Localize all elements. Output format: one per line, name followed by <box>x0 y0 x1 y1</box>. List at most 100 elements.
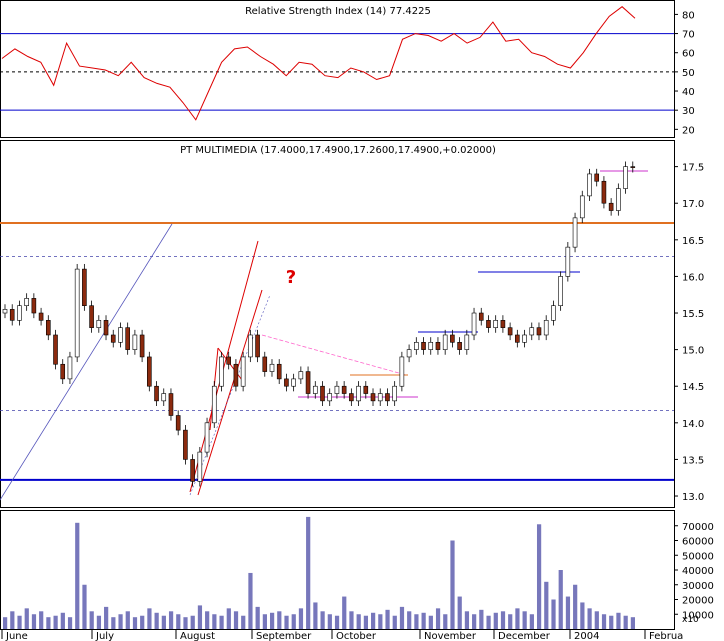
rsi-tick-label: 70 <box>682 30 695 41</box>
candle-body <box>255 334 260 358</box>
volume-bar <box>248 572 253 629</box>
volume-bar <box>551 599 556 629</box>
volume-bar <box>414 614 419 629</box>
volume-bar <box>536 524 542 629</box>
candle-body <box>118 327 123 343</box>
volume-bar <box>500 611 506 629</box>
price-tick-label: 15.0 <box>682 346 704 357</box>
volume-tick-label: 70000 <box>682 522 714 533</box>
volume-bar <box>82 584 87 629</box>
candle-body <box>392 385 397 402</box>
candle-body <box>175 415 181 431</box>
x-tick-label: September <box>256 631 312 641</box>
candle-body <box>428 341 434 350</box>
candle-body <box>219 356 224 387</box>
candle-body <box>284 378 289 387</box>
price-tick-label: 16.5 <box>682 236 704 247</box>
candle-body <box>363 385 369 394</box>
candle-body <box>594 173 600 182</box>
price-title: PT MULTIMEDIA (17.4000,17.4900,17.2600,1… <box>180 145 496 156</box>
candle-body <box>421 341 426 350</box>
x-tick-label: August <box>180 631 215 641</box>
question-mark-annotation: ? <box>286 267 296 288</box>
volume-bar <box>233 611 239 629</box>
volume-bar <box>594 611 599 629</box>
candle-body <box>53 334 58 365</box>
volume-bar <box>111 617 116 629</box>
candle-body <box>536 327 542 336</box>
candle-body <box>147 356 152 387</box>
candle-body <box>334 385 340 394</box>
candle-body <box>435 341 441 350</box>
candle-body <box>341 385 347 394</box>
candle-body <box>616 188 621 211</box>
rsi-title: Relative Strength Index (14) 77.4225 <box>245 6 431 17</box>
volume-bar <box>3 617 8 629</box>
volume-bar <box>479 609 484 629</box>
volume-bar <box>262 614 267 629</box>
rsi-tick-label: 30 <box>682 106 695 117</box>
volume-bar <box>565 596 571 629</box>
volume-bar <box>255 606 260 629</box>
rsi-tick-label: 50 <box>682 68 695 79</box>
candle-body <box>558 276 563 307</box>
candle-body <box>464 334 470 350</box>
volume-tick-label: 40000 <box>682 566 714 577</box>
candle-body <box>298 371 304 380</box>
candle-body <box>161 393 167 402</box>
candle-body <box>500 320 506 328</box>
volume-bar <box>443 614 448 629</box>
stock-chart: Relative Strength Index (14) 77.4225 PT … <box>0 0 724 641</box>
candle-body <box>385 393 390 402</box>
volume-bar <box>320 611 325 629</box>
candle-body <box>103 320 109 336</box>
volume-bar <box>118 614 123 629</box>
volume-bar <box>421 612 426 629</box>
volume-bar <box>392 615 397 629</box>
volume-bar <box>630 617 635 629</box>
candle-body <box>125 327 130 350</box>
volume-bar <box>140 615 145 629</box>
volume-bar <box>558 570 563 629</box>
candle-body <box>139 334 145 358</box>
candle-body <box>240 356 246 387</box>
volume-bar <box>46 617 51 629</box>
candle-body <box>370 393 376 402</box>
x-tick-label: October <box>336 631 377 641</box>
candle-body <box>312 385 318 394</box>
candle-body <box>493 320 498 328</box>
volume-bar <box>190 615 195 629</box>
volume-bar <box>96 615 102 629</box>
volume-bar <box>587 608 592 629</box>
candle-body <box>2 309 8 314</box>
candle-body <box>450 334 455 343</box>
candle-body <box>522 334 527 343</box>
price-tick-label: 14.0 <box>682 419 704 430</box>
candle-body <box>601 180 607 204</box>
candle-body <box>399 356 405 387</box>
volume-bar <box>212 614 217 629</box>
candle-body <box>38 312 44 321</box>
candle-body <box>17 305 22 321</box>
candle-body <box>478 312 484 321</box>
volume-bar <box>125 611 130 629</box>
volume-bar <box>284 615 289 629</box>
volume-bar <box>10 611 15 629</box>
candle-body <box>305 371 311 394</box>
volume-bar <box>493 612 498 629</box>
volume-tick-label: 20000 <box>682 596 714 607</box>
volume-bar <box>385 609 390 629</box>
volume-bar <box>573 584 578 629</box>
rsi-tick-label: 60 <box>682 49 695 60</box>
volume-bar <box>486 615 491 629</box>
candle-body <box>414 341 419 350</box>
x-tick-label: July <box>95 631 114 641</box>
volume-bar <box>544 581 549 629</box>
volume-bar <box>104 606 109 629</box>
candle-body <box>190 459 195 482</box>
volume-bar <box>241 615 246 629</box>
candle-body <box>623 166 628 189</box>
candle-body <box>486 320 491 328</box>
volume-bar <box>219 615 224 629</box>
volume-bar <box>226 608 231 629</box>
